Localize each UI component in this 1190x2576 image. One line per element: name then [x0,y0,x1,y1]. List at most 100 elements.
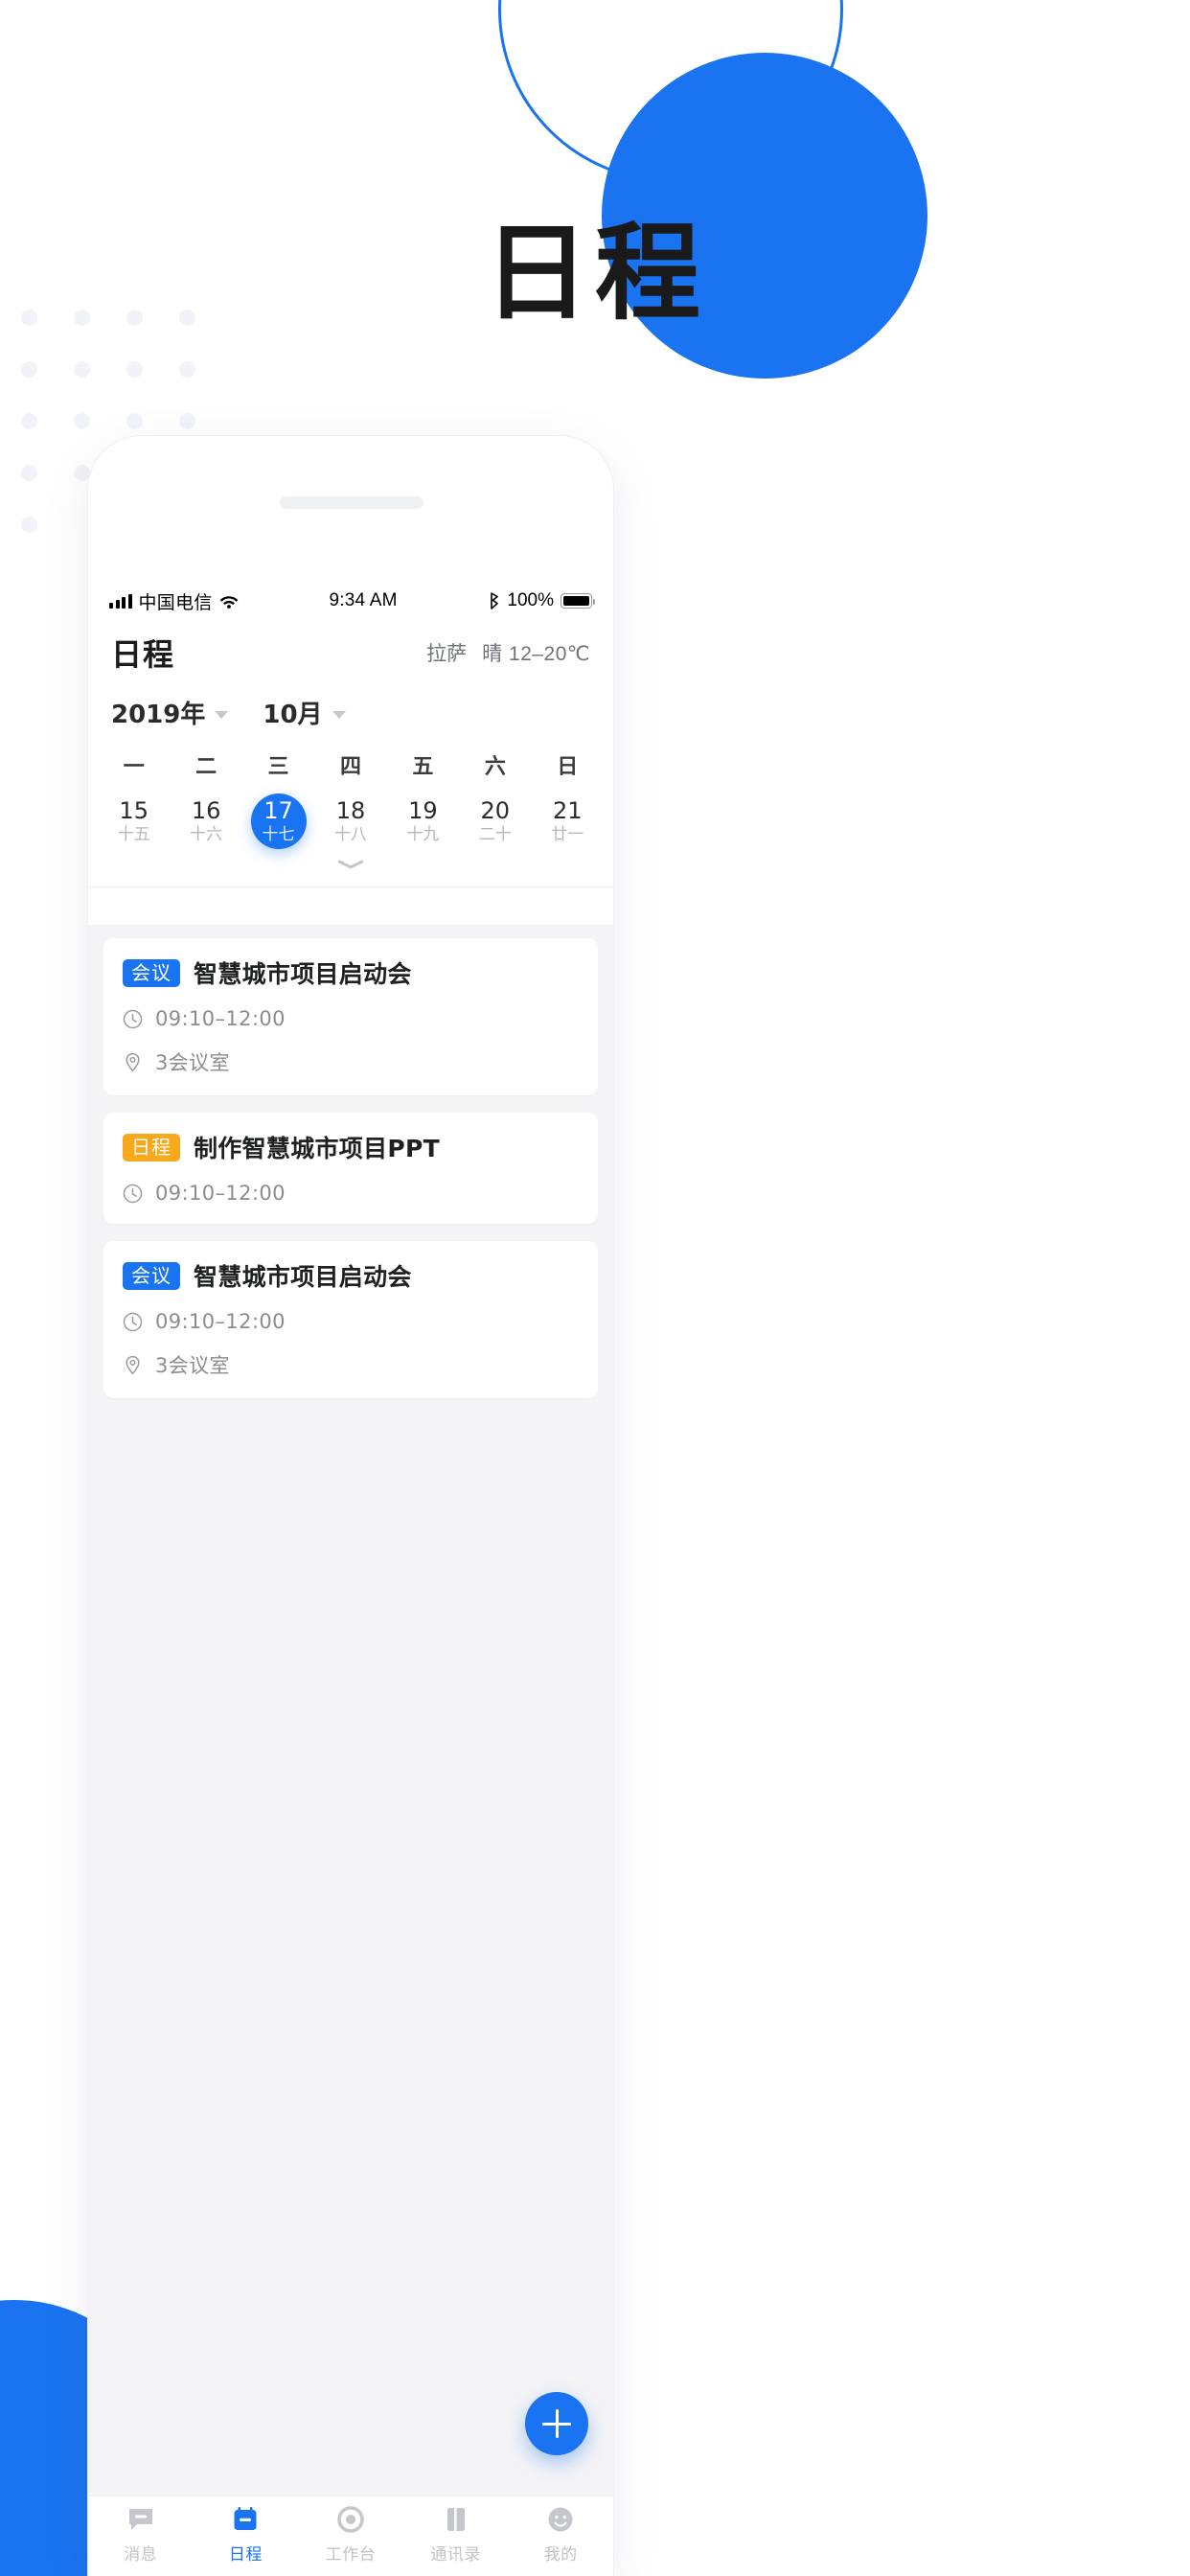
date-number: 18 [335,796,366,824]
battery-percent-label: 100% [507,590,554,610]
lunar-date: 廿一 [551,825,584,845]
date-number: 15 [119,796,149,824]
lunar-date: 十六 [190,825,223,845]
tab-profile[interactable]: 我的 [508,2505,613,2564]
page-title: 日程 [484,212,706,334]
event-location: 3会议室 [155,1051,230,1074]
weekday-label: 四 [339,755,361,779]
event-title: 智慧城市项目启动会 [194,960,412,988]
weekday-label: 六 [484,755,506,779]
tab-label: 工作台 [325,2545,377,2564]
date-cell[interactable]: 20 二十 [459,794,531,849]
weekday-label: 一 [123,755,145,779]
event-title: 制作智慧城市项目PPT [194,1135,440,1162]
date-cell[interactable]: 16 十六 [170,794,241,849]
date-cell[interactable]: 15 十五 [98,794,170,849]
lunar-date: 十八 [333,825,367,845]
tab-label: 我的 [543,2545,578,2564]
event-time: 09:10–12:00 [155,1310,286,1333]
battery-full-icon [561,593,595,609]
calendar-expand-button[interactable] [88,851,613,881]
date-number: 21 [552,796,583,824]
weekday-header-row: 一 二 三 四 五 六 日 [88,736,613,784]
weather-temperature: 12–20℃ [509,643,590,665]
tab-label: 通讯录 [430,2545,481,2564]
status-bar: 中国电信 9:34 AM 100% [88,580,613,622]
tab-label: 消息 [124,2545,158,2564]
date-cell[interactable]: 19 十九 [387,794,459,849]
month-selector[interactable]: 10月 [263,695,346,730]
event-location-row: 3会议室 [123,1047,579,1076]
workbench-circle-icon [336,2505,365,2534]
lunar-date: 二十 [478,825,512,845]
chat-bubble-icon [126,2505,155,2534]
status-time: 9:34 AM [329,590,398,610]
clock-icon [123,1009,143,1029]
chevron-down-icon [215,710,229,719]
weekday-label: 二 [195,755,217,779]
date-cell-selected[interactable]: 17 十七 [242,794,314,849]
app-header: 日程 拉萨 晴 12–20℃ [88,624,613,681]
location-pin-icon [123,1355,143,1375]
weekday-label: 三 [267,755,289,779]
clock-icon [123,1312,143,1332]
year-label: 2019年 [111,701,206,729]
contacts-book-icon [442,2505,470,2534]
event-card[interactable]: 日程 制作智慧城市项目PPT 09:10–12:00 [103,1113,598,1224]
add-event-button[interactable] [525,2392,588,2455]
weather-widget[interactable]: 拉萨 晴 12–20℃ [426,638,590,667]
weather-city: 拉萨 [426,643,468,665]
event-time: 09:10–12:00 [155,1182,286,1205]
calendar-strip: 2019年 10月 一 二 三 四 五 六 日 15 十五 16 十六 17 十… [88,681,613,887]
screen-root: 日程 中国电信 9:34 AM 100% 日程 拉萨 晴 12–20℃ 2019… [0,0,1190,2576]
status-badge: 会议 [123,958,180,987]
date-cell[interactable]: 21 廿一 [532,794,604,849]
chevron-down-icon [338,859,363,871]
event-location-row: 3会议室 [123,1350,579,1379]
event-list[interactable]: 会议 智慧城市项目启动会 09:10–12:00 3会议室 日程 制作智慧城市项… [88,925,613,2496]
lunar-date: 十九 [406,825,440,845]
phone-mockup: 中国电信 9:34 AM 100% 日程 拉萨 晴 12–20℃ 2019年 1… [88,436,613,2576]
date-number: 20 [480,796,511,824]
signal-bars-icon [109,593,132,609]
calendar-icon [231,2505,260,2534]
speaker-notch [280,496,423,509]
date-number: 16 [191,796,221,824]
event-time-row: 09:10–12:00 [123,1310,579,1333]
plus-icon [542,2409,571,2438]
date-number: 19 [408,796,438,824]
bottom-tab-bar: 消息 日程 工作台 通讯录 我的 [88,2496,613,2576]
bluetooth-icon [488,592,500,610]
tab-contacts[interactable]: 通讯录 [403,2505,509,2564]
calendar-selectors: 2019年 10月 [88,681,613,736]
profile-smiley-icon [546,2505,575,2534]
month-label: 10月 [263,701,323,729]
year-selector[interactable]: 2019年 [111,695,229,730]
carrier-label: 中国电信 [138,592,213,613]
wifi-icon [219,594,239,609]
lunar-date: 十七 [262,825,295,845]
status-badge: 日程 [123,1133,180,1162]
date-row: 15 十五 16 十六 17 十七 18 十八 19 十九 20 二十 21 廿… [88,784,613,851]
location-pin-icon [123,1052,143,1072]
event-title: 智慧城市项目启动会 [194,1263,412,1291]
tab-messages[interactable]: 消息 [88,2505,194,2564]
lunar-date: 十五 [117,825,150,845]
date-cell[interactable]: 18 十八 [314,794,386,849]
chevron-down-icon [332,710,346,719]
tab-schedule[interactable]: 日程 [194,2505,299,2564]
event-location: 3会议室 [155,1354,230,1377]
event-time-row: 09:10–12:00 [123,1182,579,1205]
date-number: 17 [263,796,293,824]
app-title: 日程 [111,636,175,673]
event-time-row: 09:10–12:00 [123,1007,579,1030]
status-badge: 会议 [123,1261,180,1290]
weekday-label: 日 [557,755,579,779]
weather-condition: 晴 [482,643,503,665]
weekday-label: 五 [412,755,434,779]
tab-workbench[interactable]: 工作台 [298,2505,403,2564]
event-time: 09:10–12:00 [155,1007,286,1030]
clock-icon [123,1184,143,1204]
event-card[interactable]: 会议 智慧城市项目启动会 09:10–12:00 3会议室 [103,1241,598,1398]
event-card[interactable]: 会议 智慧城市项目启动会 09:10–12:00 3会议室 [103,938,598,1095]
